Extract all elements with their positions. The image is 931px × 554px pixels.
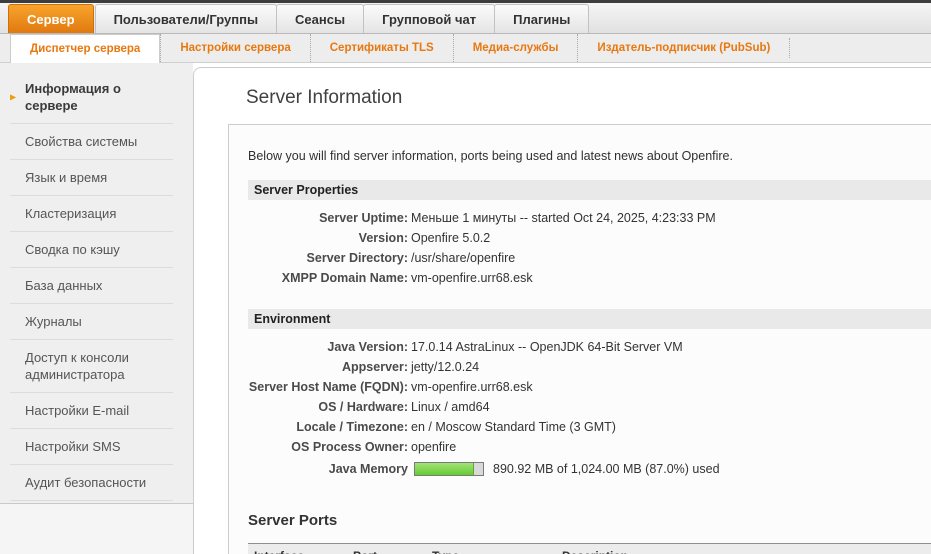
row-label: Java Version: <box>248 337 408 357</box>
sidebar-item-label: Язык и время <box>25 170 107 185</box>
row-value: jetty/12.0.24 <box>408 357 479 377</box>
row-java-memory: Java Memory 890.92 MB of 1,024.00 MB (87… <box>248 459 931 479</box>
row-xmpp-domain: XMPP Domain Name: vm-openfire.urr68.esk <box>248 268 931 288</box>
table-header-row: Interface Port Type Description <box>248 544 931 554</box>
sidebar-tail <box>0 504 193 554</box>
sidebar-item-label: Информация о сервере <box>25 81 121 113</box>
sidebar-menu: ▶ Информация о сервере Свойства системы … <box>0 71 193 501</box>
java-memory-bar <box>414 462 484 476</box>
subtab-pubsub[interactable]: Издатель-подписчик (PubSub) <box>577 34 789 62</box>
section-server-properties: Server Properties Server Uptime: Меньше … <box>248 180 931 288</box>
sidebar: ▶ Информация о сервере Свойства системы … <box>0 63 193 554</box>
sidebar-item-label: Настройки SMS <box>25 439 121 454</box>
row-label: Locale / Timezone: <box>248 417 408 437</box>
row-value: /usr/share/openfire <box>408 248 515 268</box>
content-area: ▶ Информация о сервере Свойства системы … <box>0 63 931 554</box>
server-info-panel: Below you will find server information, … <box>228 124 931 554</box>
row-value: Меньше 1 минуты -- started Oct 24, 2025,… <box>408 208 716 228</box>
active-item-arrow-icon: ▶ <box>10 89 16 106</box>
sidebar-item-label: Свойства системы <box>25 134 137 149</box>
row-value: Linux / amd64 <box>408 397 490 417</box>
tab-server[interactable]: Сервер <box>8 4 94 33</box>
server-ports-table: Interface Port Type Description <box>248 543 931 554</box>
subtab-tls-certificates[interactable]: Сертификаты TLS <box>310 34 453 62</box>
subtab-separator <box>789 38 790 58</box>
column-header-port: Port <box>347 544 426 554</box>
subtab-server-settings[interactable]: Настройки сервера <box>160 34 309 62</box>
tab-group-chat[interactable]: Групповой чат <box>363 4 495 33</box>
row-label: OS / Hardware: <box>248 397 408 417</box>
java-memory-text: 890.92 MB of 1,024.00 MB (87.0%) used <box>493 459 720 479</box>
row-label: XMPP Domain Name: <box>248 268 408 288</box>
row-os-process-owner: OS Process Owner: openfire <box>248 437 931 457</box>
java-memory-label: Java Memory <box>248 459 408 479</box>
row-value: openfire <box>408 437 456 457</box>
sidebar-item-label: Настройки E-mail <box>25 403 129 418</box>
sidebar-item-label: Сводка по кэшу <box>25 242 120 257</box>
sidebar-item-label: База данных <box>25 278 102 293</box>
sidebar-item-sms-settings[interactable]: Настройки SMS <box>10 429 173 465</box>
subtab-media-services[interactable]: Медиа-службы <box>453 34 578 62</box>
row-label: Appserver: <box>248 357 408 377</box>
sidebar-menu-box: ▶ Информация о сервере Свойства системы … <box>0 63 193 504</box>
row-label: OS Process Owner: <box>248 437 408 457</box>
section-environment: Environment Java Version: 17.0.14 AstraL… <box>248 309 931 479</box>
sidebar-item-label: Кластеризация <box>25 206 116 221</box>
row-server-directory: Server Directory: /usr/share/openfire <box>248 248 931 268</box>
row-label: Server Uptime: <box>248 208 408 228</box>
sidebar-item-database[interactable]: База данных <box>10 268 173 304</box>
tab-users-groups[interactable]: Пользователи/Группы <box>95 4 277 33</box>
tab-sessions[interactable]: Сеансы <box>276 4 364 33</box>
environment-header: Environment <box>248 309 931 329</box>
tab-plugins[interactable]: Плагины <box>494 4 589 33</box>
row-appserver: Appserver: jetty/12.0.24 <box>248 357 931 377</box>
server-properties-header: Server Properties <box>248 180 931 200</box>
server-ports-title: Server Ports <box>248 512 931 529</box>
subtab-server-manager[interactable]: Диспетчер сервера <box>10 34 160 63</box>
main-tabbar: Сервер Пользователи/Группы Сеансы Группо… <box>0 3 931 34</box>
sidebar-item-language-time[interactable]: Язык и время <box>10 160 173 196</box>
sidebar-item-email-settings[interactable]: Настройки E-mail <box>10 393 173 429</box>
sidebar-item-server-information[interactable]: ▶ Информация о сервере <box>10 71 173 124</box>
sidebar-item-label: Журналы <box>25 314 82 329</box>
intro-text: Below you will find server information, … <box>248 149 931 163</box>
row-value: Openfire 5.0.2 <box>408 228 490 248</box>
main-card: Server Information Below you will find s… <box>193 67 931 554</box>
row-label: Version: <box>248 228 408 248</box>
page-title: Server Information <box>246 87 931 109</box>
row-value: en / Moscow Standard Time (3 GMT) <box>408 417 616 437</box>
row-value: vm-openfire.urr68.esk <box>408 268 533 288</box>
row-host-fqdn: Server Host Name (FQDN): vm-openfire.urr… <box>248 377 931 397</box>
row-label: Server Host Name (FQDN): <box>248 377 408 397</box>
row-value: 17.0.14 AstraLinux -- OpenJDK 64-Bit Ser… <box>408 337 683 357</box>
row-java-version: Java Version: 17.0.14 AstraLinux -- Open… <box>248 337 931 357</box>
sidebar-item-system-properties[interactable]: Свойства системы <box>10 124 173 160</box>
row-server-uptime: Server Uptime: Меньше 1 минуты -- starte… <box>248 208 931 228</box>
row-version: Version: Openfire 5.0.2 <box>248 228 931 248</box>
sidebar-item-label: Аудит безопасности <box>25 475 146 490</box>
column-header-interface: Interface <box>248 544 347 554</box>
sidebar-item-label: Доступ к консоли администратора <box>25 350 129 382</box>
row-label: Server Directory: <box>248 248 408 268</box>
row-locale-timezone: Locale / Timezone: en / Moscow Standard … <box>248 417 931 437</box>
sidebar-item-logs[interactable]: Журналы <box>10 304 173 340</box>
sidebar-item-clustering[interactable]: Кластеризация <box>10 196 173 232</box>
row-value: vm-openfire.urr68.esk <box>408 377 533 397</box>
sub-tabbar: Диспетчер сервера Настройки сервера Серт… <box>0 34 931 63</box>
sidebar-item-cache-summary[interactable]: Сводка по кэшу <box>10 232 173 268</box>
sidebar-item-security-audit[interactable]: Аудит безопасности <box>10 465 173 501</box>
column-header-type: Type <box>426 544 556 554</box>
main-panel: Server Information Below you will find s… <box>193 63 931 554</box>
row-os-hardware: OS / Hardware: Linux / amd64 <box>248 397 931 417</box>
java-memory-bar-fill <box>415 463 474 475</box>
sidebar-item-admin-console-access[interactable]: Доступ к консоли администратора <box>10 340 173 393</box>
column-header-description: Description <box>556 544 931 554</box>
